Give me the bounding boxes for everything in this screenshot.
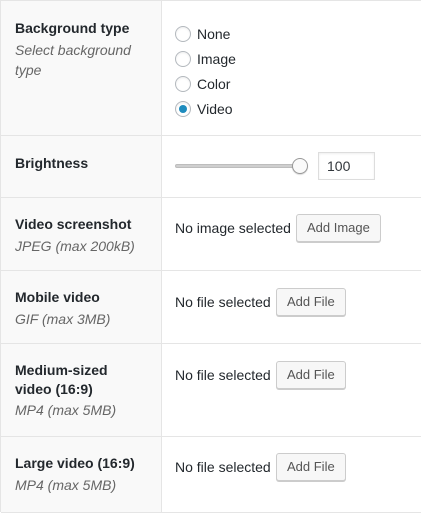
radio-button-checked[interactable] bbox=[175, 101, 191, 117]
field-description: JPEG (max 200kB) bbox=[15, 238, 135, 254]
row-background-type: Background type Select background type N… bbox=[1, 1, 421, 136]
row-video-screenshot: Video screenshot JPEG (max 200kB) No ima… bbox=[1, 198, 421, 271]
brightness-value-input[interactable] bbox=[318, 152, 375, 180]
add-file-button[interactable]: Add File bbox=[276, 453, 346, 481]
row-mobile-video: Mobile video GIF (max 3MB) No file selec… bbox=[1, 271, 421, 344]
video-screenshot-field: No image selected Add Image bbox=[163, 198, 421, 270]
radio-option-none[interactable]: None bbox=[175, 24, 230, 44]
radio-button[interactable] bbox=[175, 26, 191, 42]
field-description: Select background type bbox=[15, 42, 131, 78]
field-title: Video screenshot bbox=[15, 216, 132, 232]
field-title: Mobile video bbox=[15, 289, 100, 305]
radio-button[interactable] bbox=[175, 51, 191, 67]
row-brightness: Brightness bbox=[1, 136, 421, 198]
field-description: MP4 (max 5MB) bbox=[15, 402, 117, 418]
row-label-mobile-video: Mobile video GIF (max 3MB) bbox=[1, 271, 162, 343]
radio-option-color[interactable]: Color bbox=[175, 74, 230, 94]
radio-label: Image bbox=[197, 51, 236, 67]
radio-label: Video bbox=[197, 101, 233, 117]
field-title: Medium-sized video (16:9) bbox=[15, 362, 108, 397]
row-label-medium-video: Medium-sized video (16:9) MP4 (max 5MB) bbox=[1, 344, 162, 436]
field-description: GIF (max 3MB) bbox=[15, 311, 111, 327]
radio-option-image[interactable]: Image bbox=[175, 49, 236, 69]
field-title: Brightness bbox=[15, 155, 89, 171]
row-label-video-screenshot: Video screenshot JPEG (max 200kB) bbox=[1, 198, 162, 270]
row-label-large-video: Large video (16:9) MP4 (max 5MB) bbox=[1, 437, 162, 512]
row-medium-video: Medium-sized video (16:9) MP4 (max 5MB) … bbox=[1, 344, 421, 437]
background-type-options: None Image Color Video bbox=[163, 1, 421, 135]
field-description: MP4 (max 5MB) bbox=[15, 477, 117, 493]
add-file-button[interactable]: Add File bbox=[276, 361, 346, 389]
selection-status: No image selected bbox=[175, 220, 291, 236]
mobile-video-field: No file selected Add File bbox=[163, 271, 421, 343]
row-label-brightness: Brightness bbox=[1, 136, 162, 197]
radio-button[interactable] bbox=[175, 76, 191, 92]
radio-label: None bbox=[197, 26, 231, 42]
large-video-field: No file selected Add File bbox=[163, 437, 421, 512]
brightness-slider-track[interactable] bbox=[175, 164, 301, 168]
selection-status: No file selected bbox=[175, 367, 271, 383]
radio-label: Color bbox=[197, 76, 231, 92]
row-large-video: Large video (16:9) MP4 (max 5MB) No file… bbox=[1, 437, 421, 513]
add-file-button[interactable]: Add File bbox=[276, 288, 346, 316]
settings-table: Background type Select background type N… bbox=[0, 0, 421, 513]
add-image-button[interactable]: Add Image bbox=[296, 214, 381, 242]
brightness-field bbox=[163, 136, 421, 197]
field-title: Large video (16:9) bbox=[15, 455, 135, 471]
medium-video-field: No file selected Add File bbox=[163, 344, 421, 436]
row-label-background-type: Background type Select background type bbox=[1, 1, 162, 135]
selection-status: No file selected bbox=[175, 294, 271, 310]
field-title: Background type bbox=[15, 20, 130, 36]
radio-option-video[interactable]: Video bbox=[175, 99, 233, 119]
brightness-slider-handle[interactable] bbox=[292, 158, 308, 174]
selection-status: No file selected bbox=[175, 459, 271, 475]
